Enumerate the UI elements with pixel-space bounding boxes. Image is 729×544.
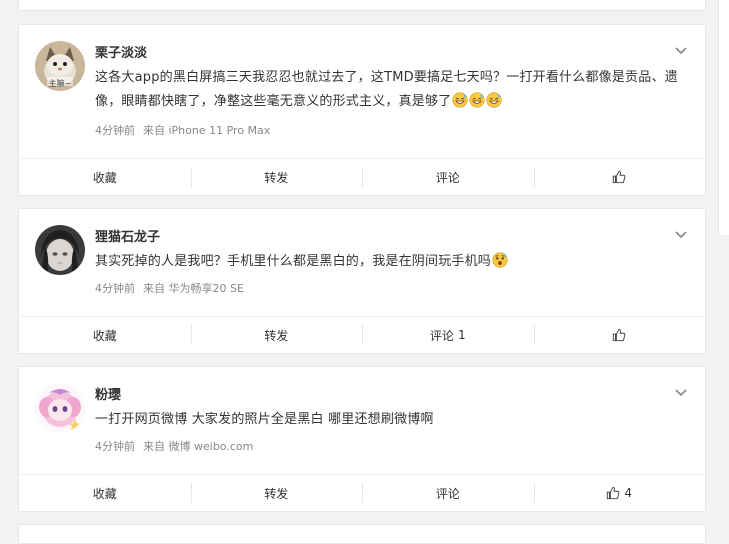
collect-button[interactable]: 收藏	[19, 475, 191, 511]
avatar[interactable]	[35, 383, 85, 433]
collect-label: 收藏	[92, 486, 117, 501]
post-text-content: 一打开网页微博 大家发的照片全是黑白 哪里还想刷微博啊	[95, 412, 434, 427]
post-card: 粉璎 一打开网页微博 大家发的照片全是黑白 哪里还想刷微博啊 4分钟前 来自 微博…	[18, 366, 706, 512]
post-text-content: 这各大app的黑白屏搞三天我忍忍也就过去了，这TMD要搞足七天吗？一打开看什么都…	[95, 70, 678, 109]
username[interactable]: 栗子淡淡	[95, 42, 147, 61]
avatar[interactable]	[35, 225, 85, 275]
chevron-down-icon[interactable]	[673, 227, 689, 243]
collect-button[interactable]: 收藏	[19, 317, 191, 353]
pink-character-avatar-image	[35, 383, 85, 433]
collect-label: 收藏	[92, 170, 117, 185]
post-time[interactable]: 4分钟前	[95, 282, 135, 295]
thumbs-up-icon	[613, 170, 626, 184]
previous-post-card	[18, 0, 706, 11]
action-bar: 收藏 转发 评论	[19, 158, 705, 195]
previous-repost-slot	[191, 0, 363, 10]
post-source: 来自 iPhone 11 Pro Max	[143, 124, 271, 137]
avatar-caption: 主嘛~	[48, 79, 72, 88]
like-button[interactable]: 4	[533, 475, 706, 511]
comment-label: 评论	[435, 170, 460, 185]
repost-label: 转发	[264, 170, 289, 185]
previous-comment-slot	[362, 0, 534, 10]
next-post-card	[18, 524, 706, 544]
previous-post-actions	[19, 0, 705, 10]
repost-label: 转发	[264, 486, 289, 501]
repost-label: 转发	[264, 328, 289, 343]
username[interactable]: 狸猫石龙子	[95, 226, 160, 245]
surprised-emoji	[492, 252, 508, 268]
like-group: 4	[606, 486, 632, 500]
post-card: 狸猫石龙子 其实死掉的人是我吧？手机里什么都是黑白的，我是在阴间玩手机吗 4分钟…	[18, 208, 706, 354]
like-count: 4	[624, 486, 633, 500]
repost-button[interactable]: 转发	[190, 159, 363, 195]
thumbs-up-icon	[607, 486, 620, 500]
chevron-down-icon[interactable]	[673, 43, 689, 59]
comment-label: 评论	[429, 328, 454, 343]
post-text-content: 其实死掉的人是我吧？手机里什么都是黑白的，我是在阴间玩手机吗	[95, 254, 492, 269]
comment-button[interactable]: 评论	[362, 159, 534, 195]
comment-label: 评论	[435, 486, 460, 501]
post-time[interactable]: 4分钟前	[95, 440, 135, 453]
grin-sweat-emoji	[486, 92, 503, 108]
post-text: 一打开网页微博 大家发的照片全是黑白 哪里还想刷微博啊	[95, 408, 685, 432]
comment-count: 1	[457, 328, 466, 342]
grin-sweat-emoji	[469, 92, 486, 108]
comment-button[interactable]: 评论 1	[362, 317, 534, 353]
previous-collect-slot	[19, 0, 191, 10]
action-bar: 收藏 转发 评论 4	[19, 474, 705, 511]
username[interactable]: 粉璎	[95, 384, 121, 403]
post-text: 这各大app的黑白屏搞三天我忍忍也就过去了，这TMD要搞足七天吗？一打开看什么都…	[95, 66, 685, 114]
post-meta: 4分钟前 来自 华为畅享20 SE	[95, 280, 252, 296]
avatar[interactable]: 主嘛~	[35, 41, 85, 91]
like-button[interactable]	[533, 159, 706, 195]
post-source[interactable]: 来自 微博 weibo.com	[143, 440, 253, 453]
collect-label: 收藏	[92, 328, 117, 343]
thumbs-up-icon	[613, 328, 626, 342]
comment-button[interactable]: 评论	[362, 475, 534, 511]
like-button[interactable]	[533, 317, 706, 353]
post-source: 来自 华为畅享20 SE	[143, 282, 244, 295]
post-card: 主嘛~ 栗子淡淡 这各大app的黑白屏搞三天我忍忍也就过去了，这TMD要搞足七天…	[18, 24, 706, 196]
post-meta: 4分钟前 来自 微博 weibo.com	[95, 438, 261, 454]
post-text: 其实死掉的人是我吧？手机里什么都是黑白的，我是在阴间玩手机吗	[95, 250, 685, 274]
side-panel-edge	[718, 0, 729, 235]
previous-like-slot	[534, 0, 706, 10]
grin-sweat-emoji	[452, 92, 469, 108]
action-bar: 收藏 转发 评论 1	[19, 316, 705, 353]
post-meta: 4分钟前 来自 iPhone 11 Pro Max	[95, 122, 278, 138]
repost-button[interactable]: 转发	[190, 475, 363, 511]
chevron-down-icon[interactable]	[673, 385, 689, 401]
anime-avatar-image	[35, 225, 85, 275]
repost-button[interactable]: 转发	[190, 317, 363, 353]
collect-button[interactable]: 收藏	[19, 159, 191, 195]
post-time[interactable]: 4分钟前	[95, 124, 135, 137]
